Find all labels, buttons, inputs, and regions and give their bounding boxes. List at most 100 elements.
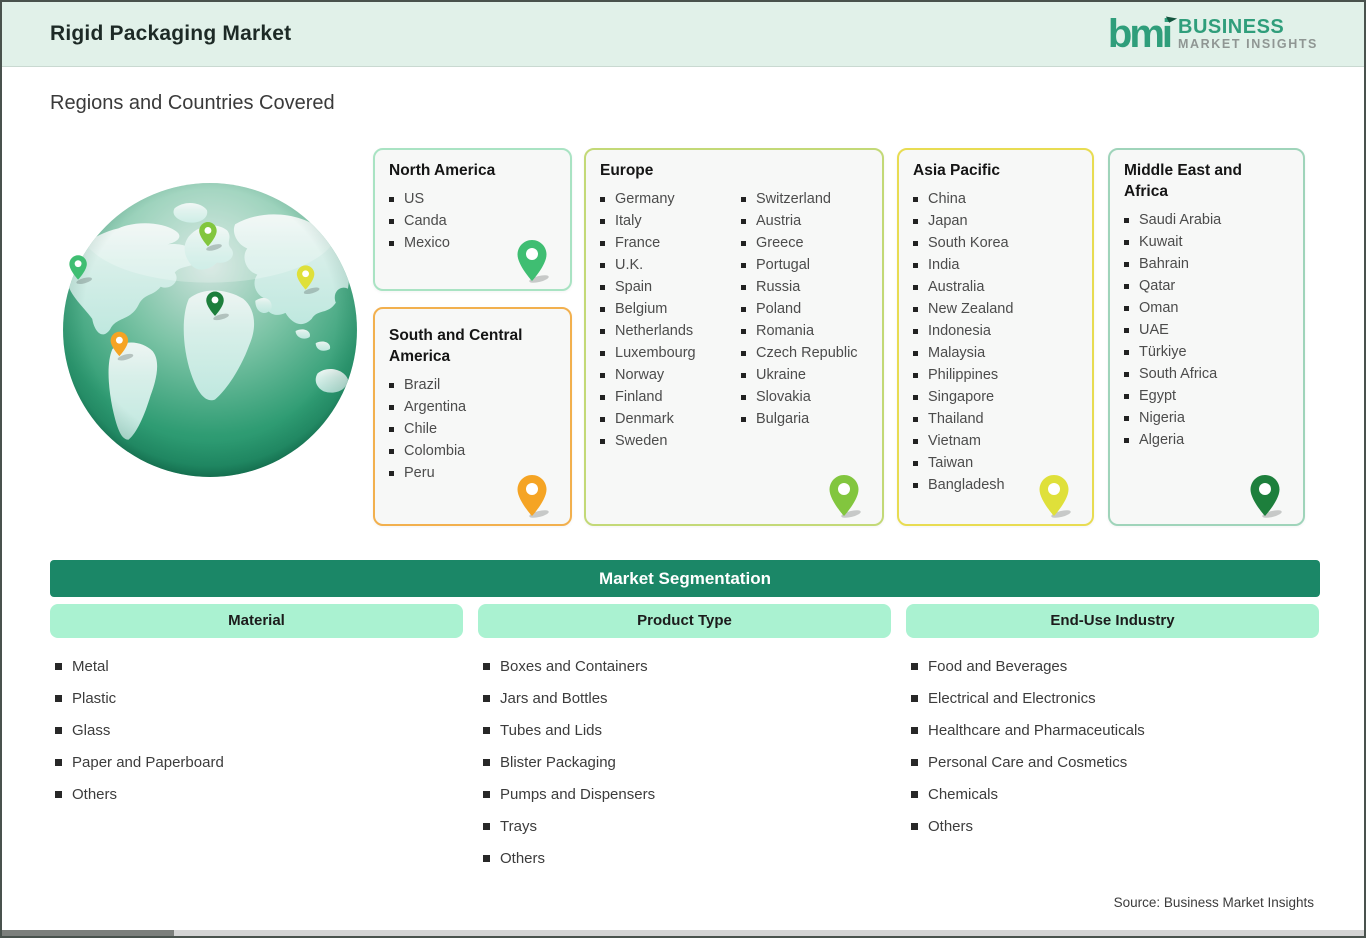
list-item: Algeria: [1124, 429, 1289, 451]
list-item-label: Taiwan: [928, 455, 974, 471]
list-item: Jars and Bottles: [483, 682, 655, 714]
horizontal-scrollbar[interactable]: [2, 930, 1364, 936]
list-item-label: Argentina: [404, 399, 467, 415]
bullet-square-icon: [600, 350, 605, 356]
list-item-label: Glass: [72, 721, 111, 739]
list-item: Saudi Arabia: [1124, 209, 1289, 231]
list-item: Oman: [1124, 297, 1289, 319]
bullet-square-icon: [389, 426, 394, 432]
list-item-label: Chemicals: [928, 785, 999, 803]
map-pin-icon: [829, 475, 861, 518]
list-item-label: Algeria: [1139, 432, 1185, 448]
list-item: Nigeria: [1124, 407, 1289, 429]
region-card-europe: Europe Germany Italy France U.K. Spain Belgiu…: [584, 148, 884, 526]
bullet-square-icon: [913, 438, 918, 444]
bullet-square-icon: [483, 726, 490, 734]
list-item: Boxes and Containers: [483, 650, 655, 682]
bullet-square-icon: [600, 394, 605, 400]
bullet-square-icon: [911, 694, 918, 702]
segment-header-product-type: Product Type: [478, 604, 891, 638]
list-item-label: Malaysia: [928, 345, 986, 361]
region-card-north-america: North America US Canda Mexico: [373, 148, 572, 291]
bullet-square-icon: [55, 726, 62, 734]
list-item-label: Pumps and Dispensers: [500, 785, 656, 803]
list-item-label: Boxes and Containers: [500, 657, 648, 675]
list-item: China: [913, 188, 1078, 210]
bullet-square-icon: [389, 240, 394, 246]
list-item: Singapore: [913, 386, 1078, 408]
bullet-square-icon: [741, 416, 746, 422]
bullet-square-icon: [913, 218, 918, 224]
bullet-square-icon: [600, 372, 605, 378]
list-item-label: Oman: [1139, 300, 1179, 316]
list-item: Bahrain: [1124, 253, 1289, 275]
region-card-title: Asia Pacific: [913, 162, 1001, 179]
region-card-middle-east-africa: Middle East and Africa Saudi Arabia Kuwai…: [1108, 148, 1305, 526]
list-item: Egypt: [1124, 385, 1289, 407]
list-item: Kuwait: [1124, 231, 1289, 253]
bullet-square-icon: [741, 350, 746, 356]
bullet-square-icon: [389, 470, 394, 476]
bullet-square-icon: [600, 240, 605, 246]
list-item-label: South Korea: [928, 235, 1009, 251]
list-item-label: UAE: [1139, 322, 1169, 338]
bullet-square-icon: [1124, 393, 1129, 399]
list-item: Plastic: [55, 682, 224, 714]
list-item: Spain: [600, 276, 731, 298]
list-item: Paper and Paperboard: [55, 746, 224, 778]
bullet-square-icon: [1124, 437, 1129, 443]
map-pin-icon: [1250, 475, 1282, 518]
list-item-label: France: [615, 235, 661, 251]
list-item-label: Thailand: [928, 411, 984, 427]
list-item-label: Saudi Arabia: [1139, 212, 1222, 228]
list-item-label: Ukraine: [756, 367, 806, 383]
list-item: Russia: [741, 276, 872, 298]
bullet-square-icon: [600, 306, 605, 312]
list-item-label: Indonesia: [928, 323, 991, 339]
list-item-label: Personal Care and Cosmetics: [928, 753, 1128, 771]
list-item: New Zealand: [913, 298, 1078, 320]
region-card-title: South and Central America: [389, 327, 523, 365]
country-list: Brazil Argentina Chile Colombia Peru: [389, 374, 556, 484]
scrollbar-thumb[interactable]: [2, 930, 174, 936]
list-item: Others: [55, 778, 224, 810]
list-item-label: Bangladesh: [928, 477, 1005, 493]
list-item-label: Jars and Bottles: [500, 689, 608, 707]
bullet-square-icon: [483, 662, 490, 670]
bullet-square-icon: [913, 416, 918, 422]
bullet-square-icon: [911, 726, 918, 734]
list-item-label: Austria: [756, 213, 802, 229]
list-item: Argentina: [389, 396, 556, 418]
bullet-square-icon: [913, 306, 918, 312]
list-item-label: Australia: [928, 279, 985, 295]
list-item: Metal: [55, 650, 224, 682]
list-item: Colombia: [389, 440, 556, 462]
bullet-square-icon: [389, 218, 394, 224]
list-item-label: South Africa: [1139, 366, 1218, 382]
list-item-label: Electrical and Electronics: [928, 689, 1096, 707]
list-item: Brazil: [389, 374, 556, 396]
bullet-square-icon: [389, 382, 394, 388]
list-item: South Korea: [913, 232, 1078, 254]
region-card-title: Middle East and Africa: [1124, 162, 1242, 200]
list-item-label: U.K.: [615, 257, 644, 273]
list-item: Pumps and Dispensers: [483, 778, 655, 810]
list-item: Healthcare and Pharmaceuticals: [911, 714, 1145, 746]
country-list: Germany Italy France U.K. Spain Belgium Nether…: [600, 188, 872, 452]
list-item-label: Peru: [404, 465, 435, 481]
list-item: Italy: [600, 210, 731, 232]
list-item-label: China: [928, 191, 966, 207]
bmi-logo-mark-icon: bmi: [1108, 12, 1178, 56]
list-item-label: Mexico: [404, 235, 450, 251]
country-list: Saudi Arabia Kuwait Bahrain Qatar Oman UAE Tür…: [1124, 209, 1289, 451]
list-item-label: Bulgaria: [756, 411, 810, 427]
bullet-square-icon: [600, 328, 605, 334]
logo-business-label: BUSINESS: [1178, 15, 1285, 38]
list-item: Portugal: [741, 254, 872, 276]
globe-illustration: [58, 180, 362, 484]
list-item-label: Bahrain: [1139, 256, 1189, 272]
map-pin-icon: [517, 240, 549, 283]
list-item-label: Blister Packaging: [500, 753, 616, 771]
bmi-logo: bmi BUSINESS MARKET INSIGHTS: [1108, 12, 1318, 56]
list-item-label: Others: [928, 817, 974, 835]
